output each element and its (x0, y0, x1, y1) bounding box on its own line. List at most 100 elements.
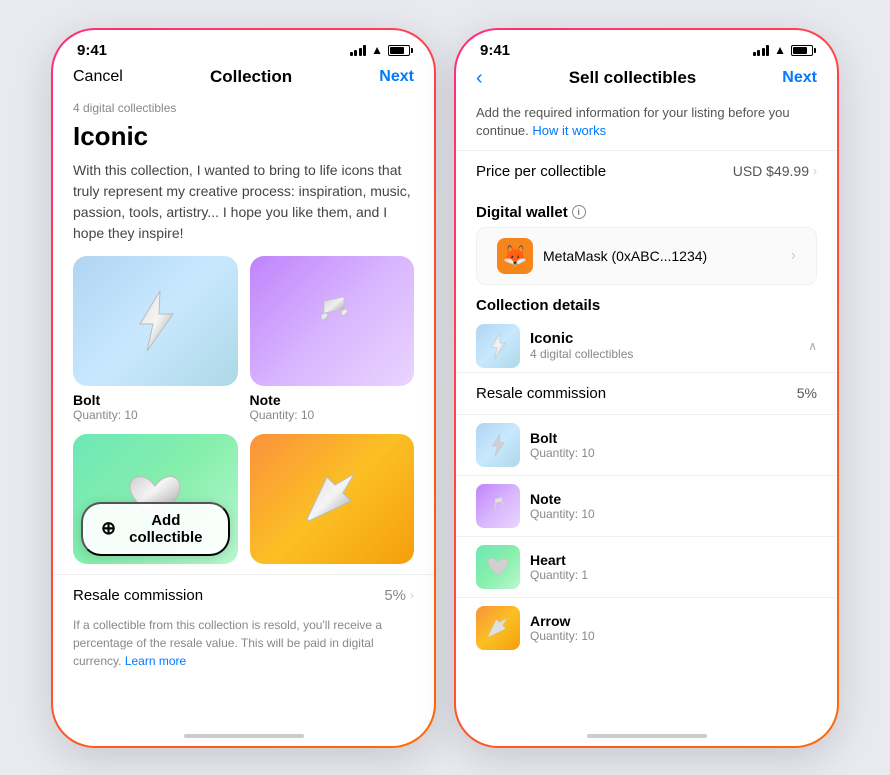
item-row-arrow: Arrow Quantity: 10 (456, 597, 837, 658)
note-label: Note (250, 392, 415, 408)
bolt-name-right: Bolt (530, 430, 595, 446)
collection-detail-header: Iconic 4 digital collectibles ∧ (456, 320, 837, 372)
chevron-up-icon: ∧ (808, 339, 817, 353)
iconic-bolt-icon (485, 331, 511, 361)
signal-icon-right (753, 45, 770, 56)
back-button[interactable]: ‹ (476, 67, 483, 90)
wallet-heading-row: Digital wallet i (456, 192, 837, 227)
note-qty-right: Quantity: 10 (530, 507, 595, 521)
arrow-icon-right (485, 616, 511, 640)
info-icon: i (572, 205, 586, 219)
time-left: 9:41 (77, 42, 107, 59)
home-indicator-left (184, 734, 304, 738)
collection-items-count: 4 digital collectibles (530, 347, 633, 361)
wallet-name: MetaMask (0xABC...1234) (543, 248, 707, 264)
arrow-info: Arrow Quantity: 10 (530, 613, 595, 643)
collectible-card-arrow (250, 434, 415, 564)
wallet-chevron-icon: › (791, 247, 796, 265)
bolt-thumb-right (476, 423, 520, 467)
add-collectible-button[interactable]: ⊕ Add collectible (81, 502, 230, 556)
left-phone-content: 4 digital collectibles Iconic With this … (53, 97, 434, 733)
note-icon-right (487, 495, 509, 517)
metamask-icon: 🦊 (497, 238, 533, 274)
collectible-card-heart: ⊕ Add collectible (73, 434, 238, 564)
battery-icon-right (791, 45, 813, 56)
status-icons-right: ▲ (753, 43, 813, 57)
battery-icon (388, 45, 410, 56)
bolt-icon (125, 286, 185, 356)
resale-label-right: Resale commission (476, 385, 606, 402)
price-value: USD $49.99 › (733, 163, 817, 179)
note-thumb-right (476, 484, 520, 528)
resale-row-right: Resale commission 5% (456, 372, 837, 414)
bolt-info: Bolt Quantity: 10 (530, 430, 595, 460)
how-it-works-link[interactable]: How it works (532, 123, 606, 138)
heart-thumb-right (476, 545, 520, 589)
price-row[interactable]: Price per collectible USD $49.99 › (456, 150, 837, 192)
wallet-row[interactable]: 🦊 MetaMask (0xABC...1234) › (476, 227, 817, 285)
item-row-note: Note Quantity: 10 (456, 475, 837, 536)
chevron-right-icon: › (410, 588, 414, 602)
add-circle-icon: ⊕ (101, 518, 116, 539)
status-bar-right: 9:41 ▲ (456, 30, 837, 63)
heart-info: Heart Quantity: 1 (530, 552, 588, 582)
thumb-note (250, 256, 415, 386)
next-button-right[interactable]: Next (782, 69, 817, 87)
resale-value-right: 5% (797, 385, 817, 401)
collection-details-heading: Collection details (456, 285, 837, 320)
home-indicator-right (587, 734, 707, 738)
collection-name: Iconic (530, 330, 633, 347)
page-subtitle: Add the required information for your li… (456, 100, 837, 150)
collection-subtitle: 4 digital collectibles (53, 97, 434, 119)
nav-bar-right: ‹ Sell collectibles Next (456, 63, 837, 100)
time-right: 9:41 (480, 42, 510, 59)
collection-description: With this collection, I wanted to bring … (53, 160, 434, 256)
note-icon (302, 291, 362, 351)
wifi-icon-right: ▲ (774, 43, 786, 57)
status-bar-left: 9:41 ▲ (53, 30, 434, 63)
arrow-thumb-right (476, 606, 520, 650)
thumb-arrow (250, 434, 415, 564)
collection-thumb-iconic (476, 324, 520, 368)
price-chevron-icon: › (813, 164, 817, 178)
resale-disclaimer: If a collectible from this collection is… (53, 616, 434, 670)
arrow-icon (299, 469, 364, 529)
cancel-button[interactable]: Cancel (73, 68, 123, 86)
collection-info: Iconic 4 digital collectibles (530, 330, 633, 361)
note-qty: Quantity: 10 (250, 408, 415, 422)
wallet-left: 🦊 MetaMask (0xABC...1234) (497, 238, 707, 274)
note-name-right: Note (530, 491, 595, 507)
nav-title-left: Collection (210, 67, 292, 87)
next-button-left[interactable]: Next (379, 68, 414, 86)
left-phone: 9:41 ▲ Cancel Collection Next 4 (51, 28, 436, 748)
nav-title-right: Sell collectibles (569, 68, 697, 88)
bolt-qty-right: Quantity: 10 (530, 446, 595, 460)
collectible-card-note: Note Quantity: 10 (250, 256, 415, 422)
heart-icon-right (486, 556, 510, 578)
wallet-heading: Digital wallet (476, 204, 568, 221)
collection-title: Iconic (53, 119, 434, 160)
signal-icon (350, 45, 367, 56)
resale-value: 5% › (384, 587, 414, 604)
add-collectible-overlay: ⊕ Add collectible (73, 494, 238, 564)
arrow-qty-right: Quantity: 10 (530, 629, 595, 643)
wifi-icon: ▲ (371, 43, 383, 57)
item-row-heart: Heart Quantity: 1 (456, 536, 837, 597)
status-icons-left: ▲ (350, 43, 410, 57)
bolt-qty: Quantity: 10 (73, 408, 238, 422)
learn-more-link[interactable]: Learn more (125, 654, 186, 668)
right-phone: 9:41 ▲ ‹ Sell collectibles Next (454, 28, 839, 748)
item-row-bolt: Bolt Quantity: 10 (456, 414, 837, 475)
thumb-bolt (73, 256, 238, 386)
heart-name-right: Heart (530, 552, 588, 568)
bolt-icon-right (487, 432, 509, 458)
resale-percent: 5% (384, 587, 406, 604)
nav-bar-left: Cancel Collection Next (53, 63, 434, 97)
resale-label: Resale commission (73, 587, 203, 604)
collectible-card-bolt: Bolt Quantity: 10 (73, 256, 238, 422)
price-label: Price per collectible (476, 163, 606, 180)
add-collectible-label: Add collectible (122, 512, 209, 546)
arrow-name-right: Arrow (530, 613, 595, 629)
resale-commission-row[interactable]: Resale commission 5% › (53, 574, 434, 616)
bolt-label: Bolt (73, 392, 238, 408)
